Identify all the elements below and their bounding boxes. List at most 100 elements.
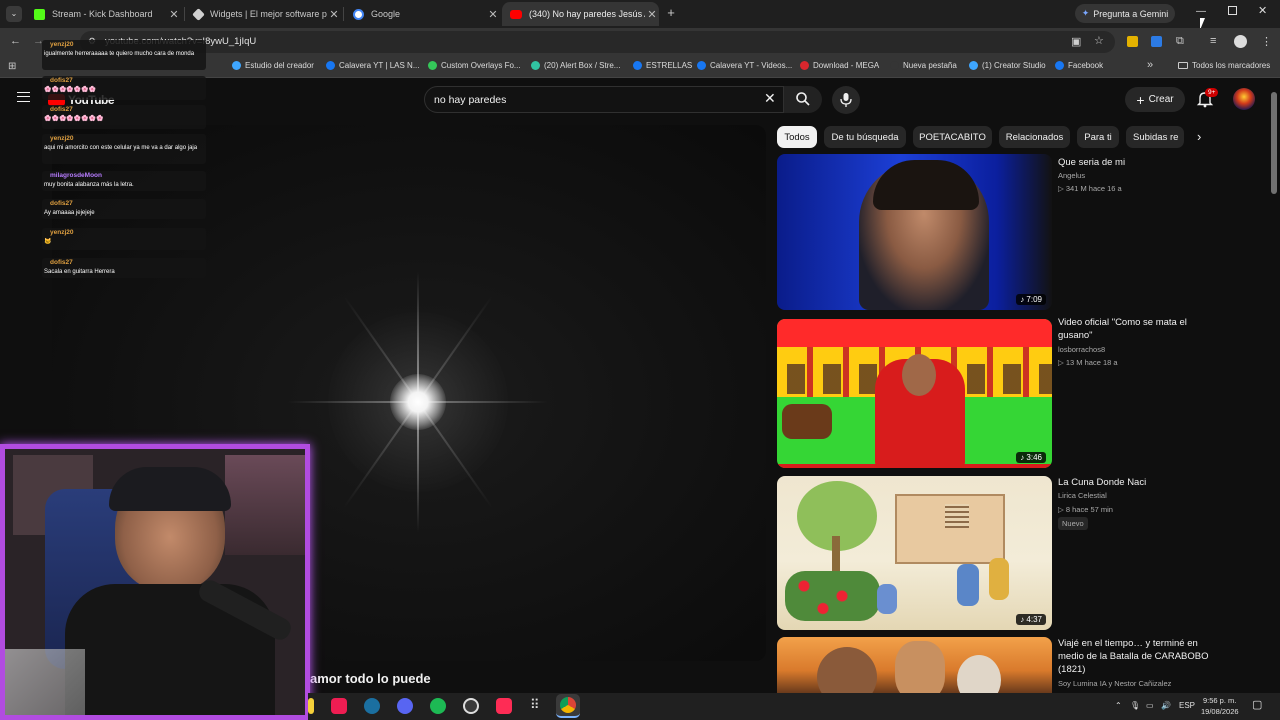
cast-icon[interactable]: ▣ — [1071, 35, 1081, 48]
bookmark-item[interactable]: (1) Creator Studio — [969, 61, 1046, 70]
page-scrollbar[interactable] — [1271, 92, 1277, 194]
close-tab-icon[interactable]: ✕ — [486, 8, 500, 21]
restore-button[interactable] — [1228, 6, 1237, 15]
gemini-button[interactable]: ✦ Pregunta a Gemini — [1075, 4, 1175, 23]
video-thumbnail[interactable]: ♪ 7:09 — [777, 154, 1052, 310]
rec-channel[interactable]: Soy Lumina IA y Nestor Cañizalez — [1058, 679, 1171, 688]
profile-avatar[interactable] — [1234, 35, 1247, 48]
notification-count-badge: 9+ — [1205, 88, 1219, 97]
back-icon[interactable]: ← — [10, 35, 21, 47]
bookmark-label: (1) Creator Studio — [982, 61, 1046, 70]
bookmark-item[interactable]: Custom Overlays Fo... — [428, 61, 521, 70]
thumbnail-child — [989, 558, 1009, 600]
rec-channel[interactable]: Angelus — [1058, 171, 1085, 180]
chip-poetacabito[interactable]: POETACABITO — [913, 126, 992, 148]
tiktok-icon[interactable] — [331, 698, 347, 714]
thumbnail-horse — [782, 404, 832, 439]
tray-volume-icon[interactable]: 🔊 — [1161, 701, 1171, 710]
search-button[interactable] — [784, 86, 822, 113]
extension-icon-1[interactable] — [1127, 36, 1138, 47]
new-tab-button[interactable]: + — [664, 5, 678, 21]
rec-views-age: ▷ 13 M hace 18 a — [1058, 358, 1118, 367]
taskbar-app-icon[interactable] — [308, 698, 314, 714]
tray-microphone-icon[interactable]: 🎙 — [1130, 701, 1140, 710]
spotify-icon[interactable] — [430, 698, 446, 714]
video-thumbnail[interactable]: ♪ 4:37 — [777, 476, 1052, 630]
channel-avatar[interactable] — [1233, 88, 1255, 110]
bookmark-label: Calavera YT - Videos... — [710, 61, 793, 70]
thumbnail-person — [895, 641, 945, 693]
bookmarks-overflow-button[interactable]: » — [1147, 59, 1153, 71]
close-tab-icon[interactable]: ✕ — [167, 8, 181, 21]
bookmark-item[interactable]: Estudio del creador — [232, 61, 314, 70]
browser-tab-widgets[interactable]: Widgets | El mejor software par ✕ — [186, 2, 341, 26]
browser-tab-google[interactable]: Google ✕ — [345, 2, 500, 26]
bookmark-item[interactable]: (20) Alert Box / Stre... — [531, 61, 620, 70]
steam-icon[interactable] — [364, 698, 380, 714]
bookmark-item[interactable]: Nueva pestaña — [890, 61, 957, 70]
rec-title[interactable]: La Cuna Donde Naci — [1058, 476, 1218, 489]
bookmark-label: ESTRELLAS — [646, 61, 693, 70]
tray-network-icon[interactable]: ▭ — [1146, 701, 1154, 710]
create-button[interactable]: + Crear — [1125, 87, 1185, 112]
tray-overflow-icon[interactable]: ⌃ — [1115, 701, 1122, 710]
hamburger-menu-icon[interactable] — [17, 92, 30, 102]
notifications-center-icon[interactable]: ▢ — [1252, 698, 1262, 711]
search-query-text[interactable]: no hay paredes — [434, 94, 506, 106]
obs-icon[interactable] — [463, 698, 479, 714]
bookmark-label: Nueva pestaña — [903, 61, 957, 70]
close-tab-icon[interactable]: ✕ — [645, 8, 659, 21]
media-controls-icon[interactable]: ≡ — [1210, 35, 1216, 47]
duration-badge: ♪ 4:37 — [1016, 614, 1046, 625]
chip-para-ti[interactable]: Para ti — [1077, 126, 1119, 148]
tiktok-studio-icon[interactable] — [496, 698, 512, 714]
apps-grid-icon[interactable]: ⊞ — [8, 61, 16, 72]
rec-title[interactable]: Que seria de mi — [1058, 156, 1218, 169]
extensions-puzzle-icon[interactable]: ⧉ — [1176, 35, 1184, 48]
video-thumbnail[interactable]: ♪ 3:46 — [777, 319, 1052, 468]
browser-tab-youtube[interactable]: (340) No hay paredes Jesús Adri ✕ — [502, 2, 659, 26]
chat-message-text: muy bonita alabanza más la letra. — [44, 182, 134, 188]
tab-search-dropdown[interactable]: ⌄ — [6, 6, 22, 22]
chip-subidas-recientes[interactable]: Subidas re — [1126, 126, 1184, 148]
bookmark-item[interactable]: ESTRELLAS — [633, 61, 692, 70]
thumbnail-hair — [873, 160, 979, 210]
bookmark-star-icon[interactable]: ☆ — [1094, 34, 1104, 47]
all-bookmarks-folder[interactable]: Todos los marcadores — [1178, 61, 1270, 70]
close-window-button[interactable]: ✕ — [1258, 4, 1267, 17]
thumbnail-window — [945, 504, 969, 528]
video-thumbnail[interactable] — [777, 637, 1052, 693]
chip-relacionados[interactable]: Relacionados — [999, 126, 1070, 148]
bookmark-item[interactable]: Facebook — [1055, 61, 1103, 70]
notifications-button[interactable]: 9+ — [1196, 88, 1219, 108]
browser-tab-kick[interactable]: Stream - Kick Dashboard ✕ — [26, 2, 181, 26]
bookmark-item[interactable]: Calavera YT - Videos... — [697, 61, 792, 70]
rec-title[interactable]: Viajé en el tiempo… y terminé en medio d… — [1058, 637, 1218, 676]
gemini-icon: ✦ — [1081, 8, 1090, 18]
clear-search-icon[interactable]: ✕ — [764, 90, 776, 107]
bookmark-item[interactable]: Calavera YT | LAS N... — [326, 61, 419, 70]
chevron-right-icon[interactable]: › — [1197, 129, 1201, 144]
chrome-taskbar-icon[interactable] — [556, 694, 580, 718]
chat-username: milagrosdeMoon — [50, 172, 103, 179]
rec-channel[interactable]: Lirica Celestial — [1058, 491, 1107, 500]
voice-search-button[interactable] — [832, 86, 860, 114]
chip-de-tu-busqueda[interactable]: De tu búsqueda — [824, 126, 906, 148]
bookmark-item[interactable]: Download - MEGA — [800, 61, 879, 70]
new-badge: Nuevo — [1058, 517, 1088, 530]
extension-icon-2[interactable] — [1151, 36, 1162, 47]
gemini-label: Pregunta a Gemini — [1093, 8, 1169, 19]
discord-icon[interactable] — [397, 698, 413, 714]
rec-channel[interactable]: losborrachos8 — [1058, 345, 1105, 354]
clock-date[interactable]: 19/08/2026 — [1201, 707, 1239, 716]
rec-title[interactable]: Video oficial "Como se mata el gusano" — [1058, 316, 1218, 342]
chrome-menu-icon[interactable]: ⋮ — [1261, 35, 1272, 48]
clock-time[interactable]: 9:56 p. m. — [1203, 696, 1236, 705]
apps-dots-icon[interactable]: ⠿ — [530, 697, 540, 713]
minimize-button[interactable]: — — [1196, 6, 1206, 17]
bookmark-favicon-icon — [1055, 61, 1064, 70]
chip-todos[interactable]: Todos — [777, 126, 817, 148]
close-tab-icon[interactable]: ✕ — [327, 8, 341, 21]
webcam-poster — [225, 455, 305, 555]
language-indicator[interactable]: ESP — [1179, 701, 1195, 710]
